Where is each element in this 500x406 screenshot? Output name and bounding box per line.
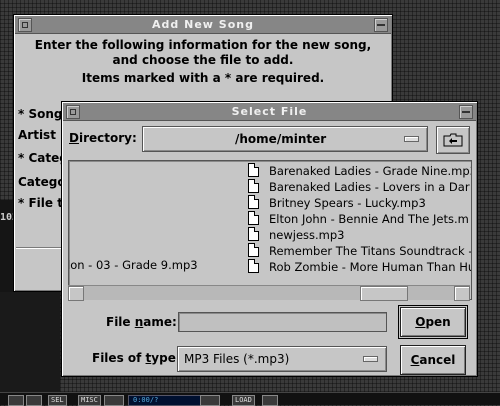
file-item[interactable]: Barenaked Ladies - Grade Nine.mp3 [248,163,472,179]
scroll-right-icon[interactable] [454,286,470,301]
add-song-title: Add New Song [152,18,254,31]
instructions-line-1: Enter the following information for the … [34,38,372,52]
select-file-title: Select File [231,105,308,118]
directory-combo[interactable]: /home/minter [142,126,428,152]
files-of-type-value: MP3 Files (*.mp3) [184,352,290,366]
file-item-label: Britney Spears - Lucky.mp3 [269,196,426,210]
minimize-icon[interactable] [374,18,388,32]
open-button[interactable]: Open [398,305,468,339]
file-name-label-b: ame: [143,315,177,329]
minimize-icon[interactable] [459,105,473,119]
open-label-mnemonic: O [415,315,426,329]
files-of-type-label: Files of type: [92,351,181,365]
time-display: 0:00/? [128,395,202,406]
file-icon [248,163,259,177]
file-list[interactable]: Barenaked Ladies - Grade Nine.mp3 Barena… [68,160,472,300]
prev-icon[interactable] [8,395,24,406]
directory-label-mnemonic: D [69,131,79,145]
file-icon [248,211,259,225]
load-button[interactable]: LOAD [232,395,255,406]
scrollbar-thumb[interactable] [360,286,408,301]
file-item[interactable]: Rob Zombie - More Human Than Hu [248,259,472,275]
file-item-label: Elton John - Bennie And The Jets.m [269,212,469,226]
file-item-label: Barenaked Ladies - Lovers in a Dar [269,180,470,194]
file-name-input[interactable] [178,312,387,332]
file-item[interactable]: Barenaked Ladies - Lovers in a Dar [248,179,470,195]
file-item-label: newjess.mp3 [269,228,345,242]
required-note: Items marked with a * are required. [81,71,325,85]
combo-arrow-icon[interactable] [404,136,419,142]
file-icon [248,243,259,257]
directory-label-text: irectory: [78,131,137,145]
play-icon[interactable] [200,395,220,406]
scroll-left-icon[interactable] [68,286,84,301]
file-item-label: Rob Zombie - More Human Than Hu [269,260,472,274]
files-of-type-label-a: Files of [92,351,146,365]
instructions-line-2: and choose the file to add. [112,53,294,67]
up-folder-button[interactable] [436,126,470,154]
cancel-label: ancel [419,353,456,367]
select-file-dialog: Select File Directory: /home/minter Bare… [61,101,478,377]
file-name-label-a: File [106,315,135,329]
file-item[interactable]: newjess.mp3 [248,227,345,243]
file-item[interactable]: Remember The Titans Soundtrack - [248,243,472,259]
file-icon [248,259,259,273]
folder-up-icon [443,133,463,147]
background-dark-band [0,292,60,392]
add-song-titlebar[interactable]: Add New Song [15,16,391,34]
file-item-left-column[interactable]: lon - 03 - Grade 9.mp3 [69,258,198,272]
file-item[interactable]: Elton John - Bennie And The Jets.m [248,211,469,227]
horizontal-scrollbar[interactable] [68,285,470,301]
files-of-type-combo[interactable]: MP3 Files (*.mp3) [177,346,387,372]
file-name-label-mnemonic: n [134,315,144,329]
file-item[interactable]: Britney Spears - Lucky.mp3 [248,195,426,211]
file-icon [248,227,259,241]
open-label: pen [425,315,451,329]
misc-button[interactable]: MISC [78,395,101,406]
next-icon[interactable] [26,395,42,406]
window-menu-icon[interactable] [18,18,32,32]
directory-label: Directory: [69,131,137,145]
file-item-label: Remember The Titans Soundtrack - [269,244,472,258]
file-icon [248,179,259,193]
select-file-titlebar[interactable]: Select File [63,103,476,121]
file-item-label: Barenaked Ladies - Grade Nine.mp3 [269,164,472,178]
artist-field-label: Artist [18,128,56,142]
player-taskbar: SEL MISC 0:00/? LOAD [0,392,500,406]
directory-value: /home/minter [235,132,327,146]
window-menu-icon[interactable] [66,105,80,119]
file-name-label: File name: [106,315,177,329]
song-field-label: * Song [18,107,63,121]
sel-button[interactable]: SEL [48,395,67,406]
combo-arrow-icon[interactable] [363,356,378,362]
stop-icon[interactable] [104,395,124,406]
file-icon [248,195,259,209]
cancel-button[interactable]: Cancel [400,345,466,375]
eject-icon[interactable] [262,395,278,406]
